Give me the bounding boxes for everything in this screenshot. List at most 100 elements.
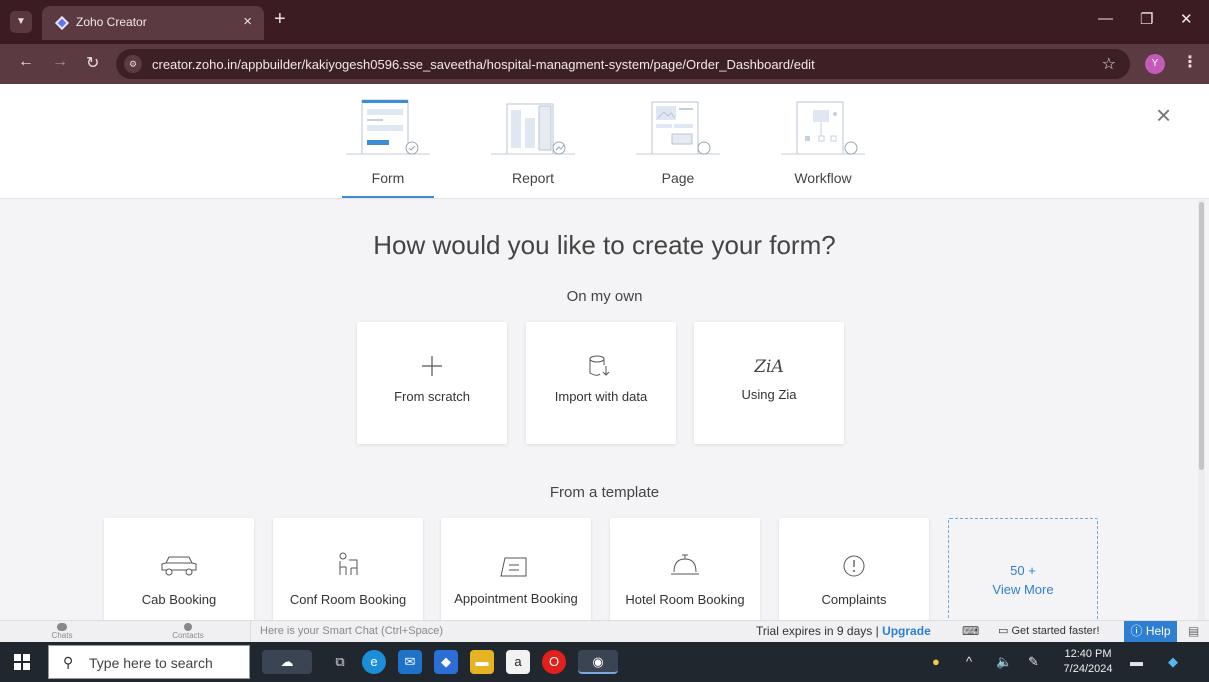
notification-icon[interactable]: ▬	[1130, 654, 1143, 669]
clock-date: 7/24/2024	[1063, 663, 1113, 675]
trial-text: Trial expires in 9 days |	[756, 624, 883, 638]
upgrade-link[interactable]: Upgrade	[882, 624, 931, 638]
template-label: Conf Room Booking	[289, 592, 407, 607]
template-conf-room-booking[interactable]: Conf Room Booking	[273, 518, 423, 620]
system-clock[interactable]: 12:40 PM 7/24/2024	[1056, 647, 1120, 677]
template-label: Complaints	[821, 592, 887, 607]
report-illustration-icon	[491, 103, 575, 155]
keyboard-icon[interactable]: ⌨	[962, 624, 979, 638]
service-bell-icon	[671, 554, 699, 575]
appointment-icon	[500, 557, 527, 577]
using-zia-label: Using Zia	[741, 387, 797, 402]
chat-bubble-icon	[57, 623, 67, 631]
help-label: Help	[1145, 624, 1171, 638]
url-text[interactable]: creator.zoho.in/appbuilder/kakiyogesh059…	[152, 57, 815, 72]
tab-form-label: Form	[371, 170, 405, 186]
site-info-icon[interactable]: ⚙	[124, 55, 142, 73]
new-tab-button[interactable]: +	[274, 8, 286, 31]
tab-workflow[interactable]: Workflow	[777, 84, 869, 199]
star-icon[interactable]: ☆	[1102, 54, 1116, 74]
file-explorer-icon[interactable]: ▬	[470, 650, 494, 674]
contacts-button[interactable]: Contacts	[166, 621, 210, 643]
task-view-icon[interactable]: ⧉	[328, 650, 352, 674]
get-started-label: Get started faster!	[1011, 625, 1100, 637]
plus-icon	[422, 356, 442, 376]
menu-icon[interactable]: ⋮	[1182, 52, 1198, 72]
restore-icon[interactable]: ❐	[1140, 10, 1153, 28]
copilot-icon[interactable]: ◆	[1168, 654, 1178, 670]
section-title-own: On my own	[566, 288, 643, 305]
page-illustration-icon	[636, 101, 720, 155]
amazon-icon[interactable]: a	[506, 650, 530, 674]
contacts-label: Contacts	[172, 631, 204, 640]
tab-report[interactable]: Report	[487, 84, 579, 199]
view-more-label: View More	[992, 582, 1054, 597]
browser-toolbar: ← → ↻ ⚙ creator.zoho.in/appbuilder/kakiy…	[0, 44, 1209, 84]
search-icon: ⚲	[63, 654, 74, 670]
chrome-icon[interactable]: ◉	[578, 650, 618, 674]
template-complaints[interactable]: Complaints	[779, 518, 929, 620]
from-scratch-card[interactable]: From scratch	[357, 322, 507, 444]
window-close-icon[interactable]: ✕	[1180, 10, 1193, 28]
template-appointment-booking[interactable]: Appointment Booking	[441, 518, 591, 620]
taskbar-search-input[interactable]: ⚲ Type here to search	[48, 645, 250, 679]
weather-widget-icon[interactable]: ☁	[262, 650, 312, 674]
chats-button[interactable]: Chats	[40, 621, 84, 643]
get-started-button[interactable]: ▭ Get started faster!	[998, 621, 1100, 642]
using-zia-card[interactable]: ZiA Using Zia	[694, 322, 844, 444]
tab-page-label: Page	[661, 170, 695, 186]
help-button[interactable]: ⓘ Help	[1124, 621, 1177, 643]
windows-start-icon[interactable]	[14, 654, 30, 670]
search-placeholder: Type here to search	[89, 655, 213, 671]
calendar-icon: ▭	[998, 625, 1009, 637]
volume-muted-icon[interactable]: 🔈	[996, 654, 1012, 670]
feedback-icon[interactable]: ▤	[1188, 624, 1199, 638]
smart-chat-input[interactable]: Here is your Smart Chat (Ctrl+Space)	[250, 621, 443, 643]
template-hotel-room-booking[interactable]: Hotel Room Booking	[610, 518, 760, 620]
mail-icon[interactable]: ✉	[398, 650, 422, 674]
template-label: Cab Booking	[141, 592, 217, 607]
scrollbar[interactable]	[1198, 200, 1205, 620]
tray-expand-icon[interactable]: ^	[966, 654, 972, 669]
tab-list-chevron-icon[interactable]: ▼	[10, 11, 32, 33]
tab-close-icon[interactable]: ×	[243, 13, 252, 30]
component-type-panel: Form Report Page Workflow ×	[0, 84, 1209, 199]
form-illustration-icon	[346, 99, 430, 155]
import-with-data-label: Import with data	[554, 389, 648, 404]
profile-avatar[interactable]: Y	[1145, 54, 1165, 74]
dropbox-icon[interactable]: ◆	[434, 650, 458, 674]
address-bar[interactable]: ⚙ creator.zoho.in/appbuilder/kakiyogesh0…	[116, 49, 1130, 79]
reload-icon[interactable]: ↻	[86, 53, 99, 73]
clock-time: 12:40 PM	[1064, 648, 1112, 660]
zoho-creator-favicon-icon	[54, 15, 70, 31]
scrollbar-thumb[interactable]	[1199, 202, 1204, 470]
view-more-templates[interactable]: 50 + View More	[948, 518, 1098, 620]
forward-icon[interactable]: →	[52, 53, 68, 71]
edge-browser-icon[interactable]: e	[362, 650, 386, 674]
car-icon	[161, 556, 197, 576]
help-icon: ⓘ	[1130, 624, 1143, 638]
zoho-bottom-bar: Chats Contacts Here is your Smart Chat (…	[0, 620, 1209, 643]
windows-taskbar: ⚲ Type here to search ☁ ⧉ e ✉ ◆ ▬ a O ◉ …	[0, 642, 1209, 682]
chair-icon	[339, 552, 358, 575]
svg-text:ZiA: ZiA	[753, 357, 784, 376]
create-form-content: How would you like to create your form? …	[0, 200, 1209, 620]
opera-icon[interactable]: O	[542, 650, 566, 674]
import-with-data-card[interactable]: Import with data	[526, 322, 676, 444]
tray-app-icon[interactable]: ●	[932, 654, 940, 669]
minimize-icon[interactable]: —	[1098, 10, 1113, 27]
zia-icon: ZiA	[753, 357, 784, 376]
tab-form[interactable]: Form	[342, 84, 434, 199]
template-cab-booking[interactable]: Cab Booking	[104, 518, 254, 620]
tab-page[interactable]: Page	[632, 84, 724, 199]
page-title: How would you like to create your form?	[373, 230, 836, 260]
pen-icon[interactable]: ✎	[1028, 654, 1039, 670]
close-icon[interactable]: ×	[1156, 100, 1171, 131]
browser-tabbar: ▼ Zoho Creator × + — ❐ ✕	[0, 0, 1209, 44]
trial-status: Trial expires in 9 days | Upgrade	[756, 621, 931, 642]
browser-tab-active[interactable]: Zoho Creator ×	[42, 6, 264, 40]
tab-report-label: Report	[511, 170, 555, 186]
back-icon[interactable]: ←	[18, 53, 34, 71]
contact-person-icon	[184, 623, 192, 631]
tab-workflow-label: Workflow	[794, 170, 852, 186]
